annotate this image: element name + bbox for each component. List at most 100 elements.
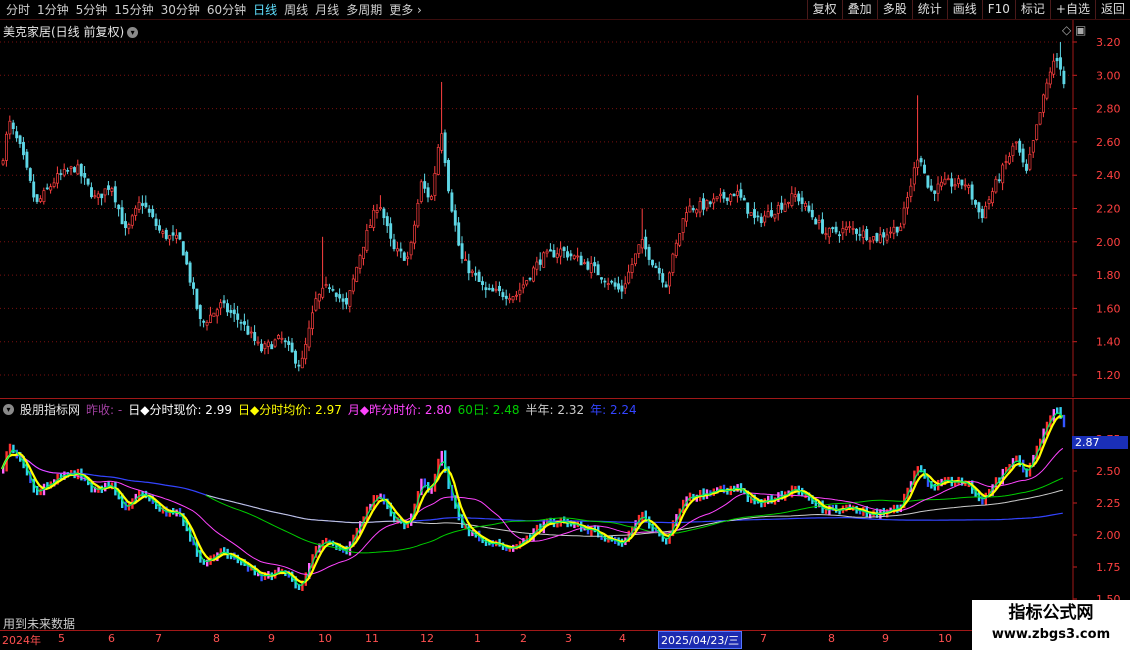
candle-body-53 — [181, 241, 185, 256]
indicator-pane[interactable]: 2.752.502.252.001.751.50 ▾ 股朋指标网 昨收: - 日… — [0, 398, 1130, 631]
candle-body-223 — [759, 216, 763, 224]
toolbar: 分时 1分钟 5分钟 15分钟 30分钟 60分钟 日线 周线 月线 多周期 更多 › 复权 叠加 多股… — [0, 0, 1130, 20]
candle-body-74 — [253, 332, 257, 341]
tab-1[interactable]: 1分钟 — [37, 2, 69, 18]
candle-body-254 — [865, 229, 869, 241]
toolbar-button-1[interactable]: 叠加 — [841, 0, 877, 19]
candle-body-41 — [141, 203, 144, 206]
candle-body-13 — [45, 187, 49, 190]
tab-0[interactable]: 分时 — [6, 2, 30, 18]
toolbar-button-0[interactable]: 复权 — [806, 0, 842, 19]
candle-body-213 — [725, 197, 729, 201]
toolbar-button-8[interactable]: 返回 — [1094, 0, 1130, 19]
indicator-bar-298 — [1015, 455, 1018, 462]
candle-body-36 — [124, 221, 127, 228]
candle-body-237 — [807, 205, 811, 212]
candle-body-285 — [970, 184, 974, 200]
candle-body-274 — [933, 190, 937, 194]
candle-body-16 — [56, 173, 59, 184]
candle-body-190 — [647, 246, 651, 260]
candle-body-150 — [511, 296, 515, 301]
date-label-8: 12 — [420, 632, 434, 645]
candle-body-175 — [596, 264, 600, 276]
candle-body-105 — [358, 255, 362, 269]
indicator-legend-0: 日◆分时现价: 2.99 — [128, 403, 233, 417]
candle-body-281 — [957, 178, 960, 185]
toolbar-button-7[interactable]: +自选 — [1049, 0, 1095, 19]
candle-body-271 — [923, 164, 926, 174]
candle-body-191 — [651, 259, 654, 266]
candle-body-260 — [885, 234, 889, 241]
toolbar-button-5[interactable]: F10 — [981, 0, 1015, 19]
candle-body-1 — [5, 133, 8, 161]
candle-body-17 — [59, 173, 63, 175]
candle-body-83 — [283, 340, 287, 343]
candle-body-286 — [974, 200, 977, 205]
candle-body-208 — [708, 201, 712, 205]
candle-body-226 — [770, 210, 773, 217]
tab-4[interactable]: 30分钟 — [161, 2, 200, 18]
indicator-bar-225 — [767, 495, 770, 505]
toolbar-button-3[interactable]: 统计 — [911, 0, 947, 19]
candle-body-232 — [790, 193, 794, 206]
candle-body-33 — [113, 186, 117, 203]
toolbar-button-6[interactable]: 标记 — [1014, 0, 1050, 19]
candle-body-229 — [780, 202, 784, 210]
candle-body-82 — [280, 337, 284, 340]
indicator-bar-228 — [777, 492, 780, 503]
tab-6[interactable]: 日线 — [253, 2, 277, 18]
candle-body-125 — [426, 187, 430, 198]
candle-body-58 — [198, 305, 202, 319]
candle-body-251 — [855, 228, 858, 234]
tab-7[interactable]: 周线 — [284, 2, 308, 18]
candle-body-291 — [991, 191, 994, 204]
candle-body-257 — [875, 233, 879, 242]
tab-9[interactable]: 多周期 — [346, 2, 382, 18]
candle-body-65 — [222, 300, 226, 304]
date-label-10: 2 — [520, 632, 527, 645]
candle-body-267 — [909, 185, 913, 197]
corner-icons[interactable]: ◇ ▣ — [1062, 23, 1086, 37]
candle-body-153 — [521, 284, 525, 289]
y-tick-label-5: 2.20 — [1096, 203, 1121, 216]
indicator-bar-312 — [1062, 414, 1066, 428]
current-price-tag: 2.87 — [1072, 436, 1128, 449]
candle-body-201 — [685, 212, 688, 222]
candle-body-59 — [202, 320, 206, 323]
candle-body-290 — [987, 199, 991, 204]
candle-body-238 — [810, 210, 814, 218]
candle-body-216 — [736, 190, 739, 196]
candle-body-80 — [273, 339, 277, 347]
tab-5[interactable]: 60分钟 — [207, 2, 246, 18]
candle-body-204 — [695, 209, 699, 214]
candle-body-236 — [804, 203, 807, 208]
chevron-down-icon[interactable]: ▾ — [3, 404, 14, 415]
candle-body-72 — [246, 325, 250, 335]
candle-body-19 — [66, 170, 70, 172]
candle-body-141 — [481, 281, 484, 285]
chevron-down-icon[interactable]: ▾ — [127, 27, 139, 38]
candle-body-155 — [528, 277, 532, 280]
toolbar-buttons: 复权 叠加 多股 统计 画线 F10 标记 +自选 返回 — [806, 0, 1130, 19]
candle-body-282 — [960, 179, 964, 186]
candlestick-chart[interactable]: 3.20 3.00 2.80 2.60 2.40 2.20 2.00 1.80 1.60 1.40… — [0, 20, 1130, 397]
candle-body-280 — [953, 184, 957, 187]
toolbar-button-4[interactable]: 画线 — [946, 0, 982, 19]
indicator-legend-4: 半年: 2.32 — [525, 403, 585, 417]
tab-8[interactable]: 月线 — [315, 2, 339, 18]
tab-2[interactable]: 5分钟 — [76, 2, 108, 18]
candle-body-248 — [844, 226, 848, 230]
candle-body-199 — [678, 233, 682, 246]
toolbar-button-2[interactable]: 多股 — [876, 0, 912, 19]
candle-body-247 — [841, 228, 845, 234]
candle-body-312 — [1062, 70, 1066, 85]
indicator-chart[interactable]: 2.752.502.252.001.751.50 — [0, 399, 1130, 631]
candle-body-263 — [895, 226, 899, 233]
y-tick-label-1: 3.00 — [1096, 69, 1121, 82]
candle-body-147 — [501, 292, 505, 297]
tab-10[interactable]: 更多 › — [389, 2, 422, 18]
main-chart-pane[interactable]: 3.20 3.00 2.80 2.60 2.40 2.20 2.00 1.80 1.60 1.40… — [0, 20, 1130, 397]
tab-3[interactable]: 15分钟 — [114, 2, 153, 18]
candle-body-104 — [355, 266, 359, 282]
candle-body-278 — [946, 178, 950, 181]
